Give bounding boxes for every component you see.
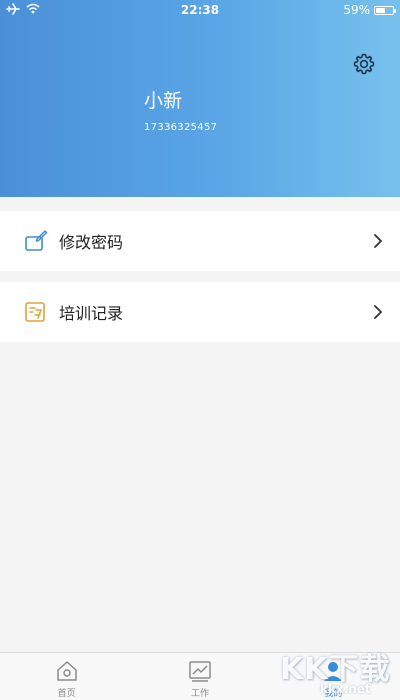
- chevron-right-icon: [374, 305, 382, 319]
- wifi-icon: [26, 3, 40, 17]
- battery-percentage: 59%: [343, 3, 371, 17]
- training-record-icon: [25, 302, 45, 322]
- tab-label: 首页: [57, 689, 76, 699]
- menu-item-training-records[interactable]: 培训记录: [0, 282, 400, 342]
- chevron-right-icon: [374, 234, 382, 248]
- tab-work[interactable]: 工作: [133, 653, 266, 700]
- bottom-tab-bar: 首页 工作 我的: [0, 652, 400, 700]
- profile-header: 22:38 59% 小新 17336325457: [0, 0, 400, 197]
- tab-label: 我的: [324, 689, 343, 699]
- settings-button[interactable]: [350, 50, 378, 78]
- gear-icon: [353, 53, 375, 75]
- user-icon: [324, 662, 343, 681]
- user-name: 小新: [144, 90, 183, 112]
- tab-label: 工作: [190, 689, 209, 699]
- edit-lock-icon: [25, 230, 48, 251]
- menu-item-label: 培训记录: [59, 304, 124, 323]
- battery-level: [376, 7, 386, 13]
- tab-home[interactable]: 首页: [0, 653, 133, 700]
- user-phone: 17336325457: [144, 122, 218, 133]
- home-icon: [56, 661, 77, 681]
- battery-icon: [374, 5, 397, 15]
- chart-icon: [189, 661, 211, 682]
- airplane-icon: [6, 2, 20, 18]
- tab-mine[interactable]: 我的: [267, 653, 400, 700]
- menu-item-change-password[interactable]: 修改密码: [0, 211, 400, 271]
- menu-item-label: 修改密码: [59, 233, 124, 252]
- status-bar: 22:38 59%: [0, 0, 400, 20]
- status-time: 22:38: [180, 3, 220, 17]
